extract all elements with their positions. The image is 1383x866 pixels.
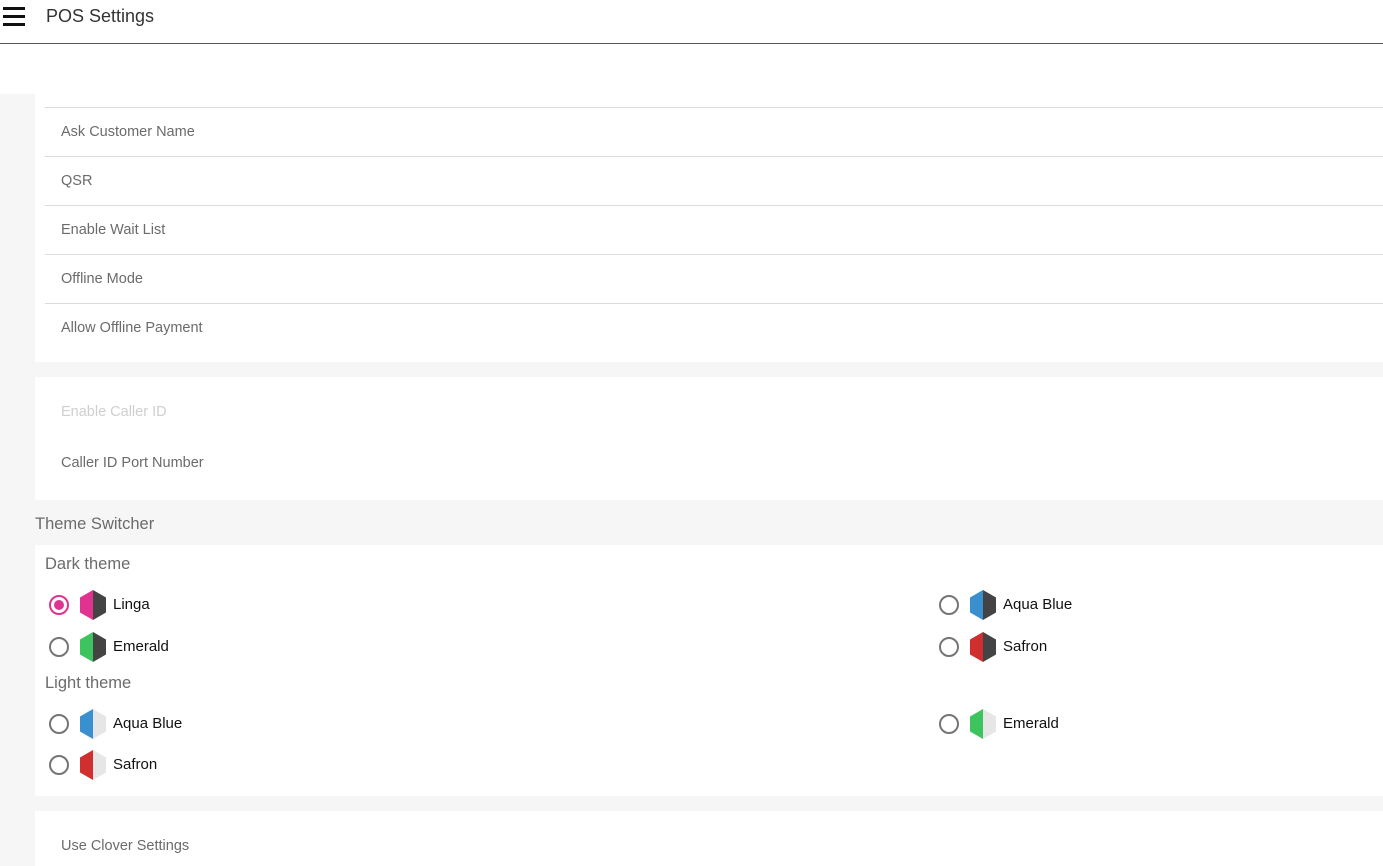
theme-option-label: Safron — [1003, 638, 1048, 655]
setting-offline-mode[interactable]: Offline Mode — [45, 254, 1383, 303]
hexagon-swatch-icon — [80, 632, 106, 662]
setting-label: QSR — [61, 173, 93, 189]
theme-option-label: Linga — [113, 596, 150, 613]
theme-option-label: Aqua Blue — [1003, 596, 1073, 613]
radio-button[interactable] — [939, 595, 959, 615]
theme-switcher-title: Theme Switcher — [35, 515, 155, 533]
caller-id-port-number[interactable]: Caller ID Port Number — [61, 455, 204, 471]
use-clover-settings[interactable]: Use Clover Settings — [61, 838, 189, 854]
caller-id-card: Enable Caller ID Caller ID Port Number — [35, 377, 1383, 500]
theme-option-label: Safron — [113, 756, 158, 773]
theme-option-label: Aqua Blue — [113, 715, 183, 732]
radio-button[interactable] — [939, 714, 959, 734]
left-gutter — [0, 94, 35, 866]
radio-button[interactable] — [49, 755, 69, 775]
setting-allow-offline-payment[interactable]: Allow Offline Payment — [45, 303, 1383, 352]
setting-label: Ask Customer Name — [61, 124, 195, 140]
radio-button[interactable] — [939, 637, 959, 657]
hexagon-swatch-icon — [970, 632, 996, 662]
app-header: POS Settings — [0, 0, 1383, 44]
dark-theme-title: Dark theme — [45, 555, 131, 573]
theme-option-label: Emerald — [1003, 715, 1059, 732]
theme-card: Dark theme Linga Aqua Blue Emerald Safro… — [35, 545, 1383, 796]
setting-label: Enable Wait List — [61, 222, 166, 238]
setting-ask-customer-name[interactable]: Ask Customer Name — [45, 107, 1383, 156]
hexagon-swatch-icon — [80, 709, 106, 739]
hexagon-swatch-icon — [80, 590, 106, 620]
radio-button[interactable] — [49, 714, 69, 734]
hexagon-swatch-icon — [80, 750, 106, 780]
theme-option-label: Emerald — [113, 638, 169, 655]
page-title: POS Settings — [46, 6, 155, 26]
radio-button[interactable] — [49, 637, 69, 657]
light-theme-title: Light theme — [45, 674, 132, 692]
section-separator — [35, 796, 1383, 811]
radio-button[interactable] — [49, 595, 69, 615]
setting-qsr[interactable]: QSR — [45, 156, 1383, 205]
hexagon-swatch-icon — [970, 590, 996, 620]
setting-enable-wait-list[interactable]: Enable Wait List — [45, 205, 1383, 254]
section-separator — [35, 362, 1383, 377]
setting-label: Offline Mode — [61, 271, 143, 287]
theme-switcher-band: Theme Switcher — [35, 500, 1383, 545]
setting-label: Allow Offline Payment — [61, 320, 203, 336]
hamburger-icon[interactable] — [3, 5, 25, 27]
hexagon-swatch-icon — [970, 709, 996, 739]
enable-caller-id-label: Enable Caller ID — [61, 404, 167, 420]
settings-card: Ask Customer Name QSR Enable Wait List O… — [35, 94, 1383, 362]
clover-card: Use Clover Settings — [35, 811, 1383, 866]
